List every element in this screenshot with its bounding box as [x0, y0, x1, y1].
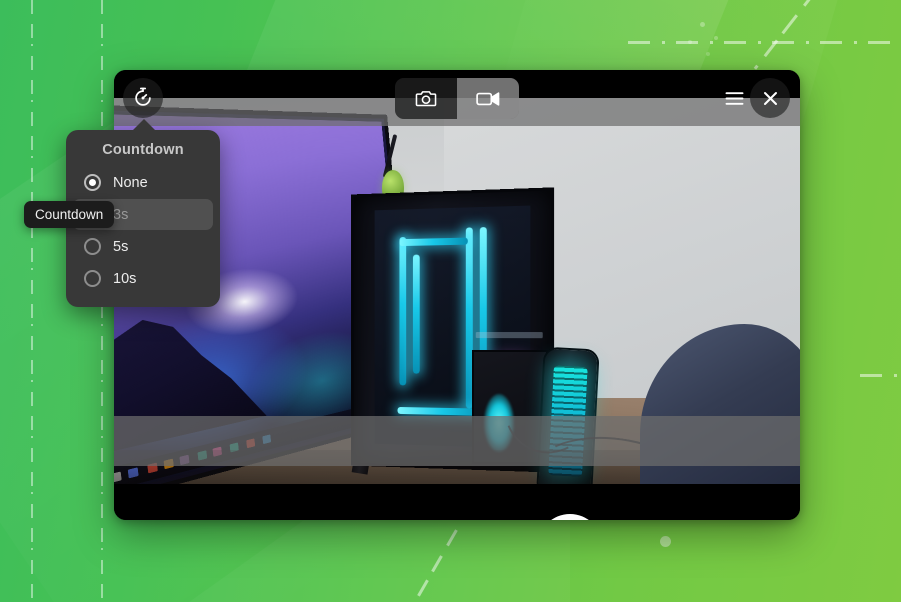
- camera-header-bar: [114, 70, 800, 126]
- capture-mode-toggle[interactable]: [395, 78, 519, 119]
- countdown-option-label: 10s: [113, 270, 137, 287]
- countdown-option-10s[interactable]: 10s: [73, 263, 213, 294]
- wallpaper-dash-rule-left: [31, 0, 33, 602]
- radio-icon: [84, 270, 101, 287]
- countdown-option-label: None: [113, 174, 148, 191]
- radio-icon: [84, 238, 101, 255]
- video-mode-button[interactable]: [457, 78, 519, 119]
- scene-gpu-label: [475, 332, 543, 339]
- hamburger-menu-icon: [725, 91, 744, 106]
- popover-arrow: [132, 119, 156, 131]
- wallpaper-dot-large: [660, 536, 671, 547]
- window-letterbox-bottom: [114, 484, 800, 520]
- photo-mode-button[interactable]: [395, 78, 457, 119]
- close-icon: [762, 90, 779, 107]
- radio-icon: [84, 174, 101, 191]
- countdown-tooltip: Countdown: [24, 201, 115, 228]
- main-menu-button[interactable]: [714, 78, 754, 118]
- countdown-option-label: 3s: [113, 206, 129, 223]
- countdown-timer-button[interactable]: [123, 78, 163, 118]
- desktop-background: Countdown None 3s 5s 10s Countdown: [0, 0, 901, 602]
- wallpaper-dash-top-right: [628, 41, 901, 44]
- timer-icon: [132, 87, 154, 109]
- wallpaper-dot-1: [700, 22, 705, 27]
- wallpaper-dot-3: [688, 40, 692, 44]
- wallpaper-dot-2: [714, 36, 718, 40]
- close-window-button[interactable]: [750, 78, 790, 118]
- wallpaper-dash-right: [860, 374, 901, 377]
- wallpaper-dash-diagonal-bottom: [415, 529, 458, 601]
- wallpaper-dot-4: [706, 52, 710, 56]
- countdown-option-none[interactable]: None: [73, 167, 213, 198]
- countdown-option-label: 5s: [113, 238, 129, 255]
- camera-photo-icon: [415, 89, 437, 108]
- countdown-option-5s[interactable]: 5s: [73, 231, 213, 262]
- camera-video-icon: [476, 91, 500, 107]
- wallpaper-dash-diagonal-top-right: [753, 0, 818, 70]
- popover-title: Countdown: [102, 142, 184, 158]
